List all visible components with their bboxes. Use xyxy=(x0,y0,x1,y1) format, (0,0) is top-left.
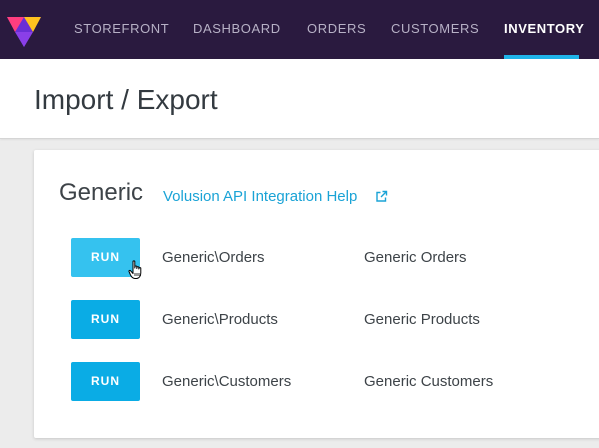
page-title: Import / Export xyxy=(34,84,218,115)
top-navigation-bar: STOREFRONT DASHBOARD ORDERS CUSTOMERS IN… xyxy=(0,0,599,59)
volusion-logo-icon[interactable] xyxy=(6,11,42,48)
api-help-link[interactable]: Volusion API Integration Help xyxy=(163,188,357,205)
nav-item-storefront[interactable]: STOREFRONT xyxy=(74,0,169,59)
row-name-products: Generic Products xyxy=(364,311,480,328)
run-customers-button[interactable]: RUN xyxy=(71,362,140,401)
hand-pointer-cursor-icon xyxy=(128,260,142,279)
run-products-button[interactable]: RUN xyxy=(71,300,140,339)
row-path-products: Generic\Products xyxy=(162,311,278,328)
nav-item-customers[interactable]: CUSTOMERS xyxy=(391,0,479,59)
nav-item-orders[interactable]: ORDERS xyxy=(307,0,366,59)
external-link-icon[interactable] xyxy=(375,190,388,203)
nav-item-dashboard[interactable]: DASHBOARD xyxy=(193,0,281,59)
row-path-orders: Generic\Orders xyxy=(162,249,265,266)
row-name-customers: Generic Customers xyxy=(364,373,494,390)
row-path-customers: Generic\Customers xyxy=(162,373,292,390)
card-title: Generic xyxy=(59,179,144,206)
nav-item-inventory[interactable]: INVENTORY xyxy=(504,0,585,59)
row-name-orders: Generic Orders xyxy=(364,249,467,266)
